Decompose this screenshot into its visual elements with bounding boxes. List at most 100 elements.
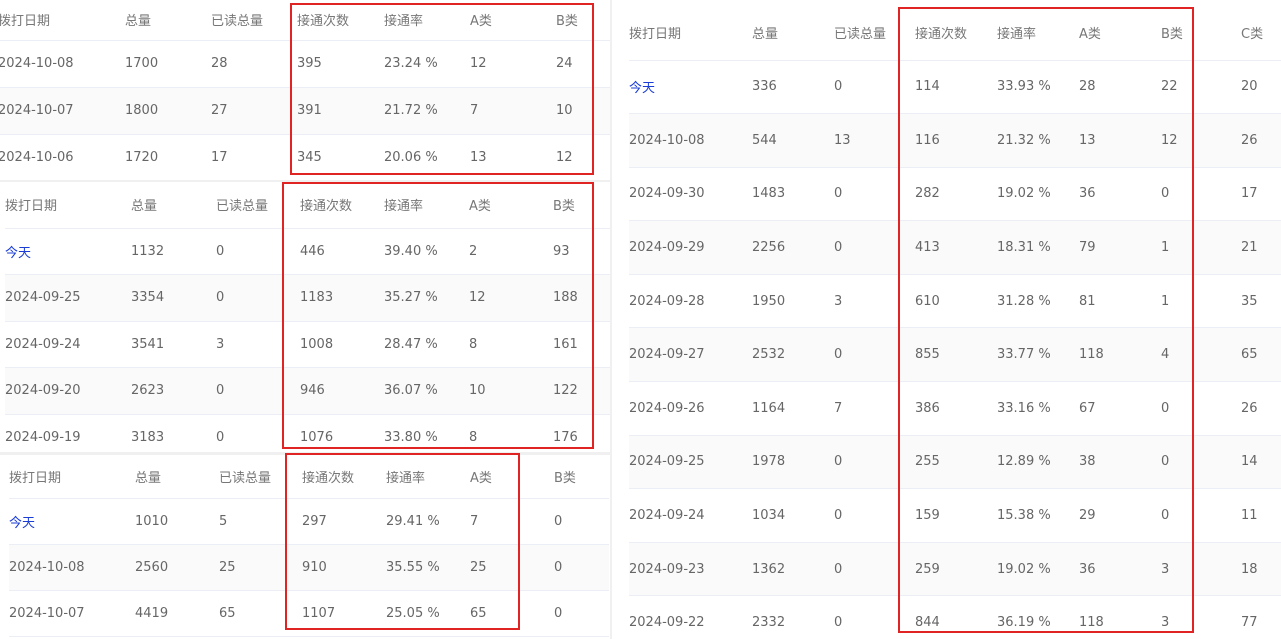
col-header-class-a[interactable]: A类 (1079, 6, 1161, 61)
table-row[interactable]: 2024-10-06 1720 17 345 20.06 % 13 12 (0, 134, 610, 180)
connect-rate-cell: 36.07 % (384, 367, 469, 415)
connect-count-cell: 116 (915, 113, 997, 168)
connect-rate-cell: 18.31 % (997, 220, 1079, 275)
date-cell: 2024-09-28 (629, 274, 752, 329)
col-header-read-total[interactable]: 已读总量 (216, 182, 300, 229)
table-row[interactable]: 2024-10-08 1700 28 395 23.24 % 12 24 (0, 40, 610, 88)
connect-rate-cell: 23.24 % (384, 40, 470, 88)
total-cell: 4419 (135, 590, 219, 637)
col-header-total[interactable]: 总量 (125, 0, 211, 41)
class-a-cell: 65 (470, 590, 554, 637)
class-b-cell: 3 (1161, 595, 1241, 639)
col-header-connect-count[interactable]: 接通次数 (300, 182, 384, 229)
table-row[interactable]: 2024-10-08 544 13 116 21.32 % 13 12 26 (629, 113, 1281, 168)
table-row[interactable]: 2024-10-07 1800 27 391 21.72 % 7 10 (0, 87, 610, 135)
col-header-class-a[interactable]: A类 (470, 0, 556, 41)
read-total-cell: 0 (834, 220, 915, 275)
class-a-cell: 8 (469, 321, 553, 368)
connect-rate-cell: 19.02 % (997, 542, 1079, 597)
col-header-read-total[interactable]: 已读总量 (211, 0, 297, 41)
table-row[interactable]: 2024-09-22 2332 0 844 36.19 % 118 3 77 (629, 595, 1281, 639)
total-cell: 544 (752, 113, 834, 168)
col-header-class-a[interactable]: A类 (470, 455, 554, 499)
table-row[interactable]: 今天 1010 5 297 29.41 % 7 0 (9, 498, 609, 545)
date-cell: 2024-10-07 (0, 87, 125, 135)
connect-count-cell: 413 (915, 220, 997, 275)
table-row[interactable]: 2024-09-26 1164 7 386 33.16 % 67 0 26 (629, 381, 1281, 436)
table-row[interactable]: 2024-09-19 3183 0 1076 33.80 % 8 176 (5, 414, 610, 452)
col-header-date[interactable]: 拨打日期 (0, 0, 125, 41)
col-header-read-total[interactable]: 已读总量 (219, 455, 302, 499)
connect-count-cell: 114 (915, 60, 997, 115)
connect-count-cell: 395 (297, 40, 384, 88)
table-row[interactable]: 2024-09-23 1362 0 259 19.02 % 36 3 18 (629, 542, 1281, 597)
table-row[interactable]: 2024-09-28 1950 3 610 31.28 % 81 1 35 (629, 274, 1281, 329)
date-cell: 2024-09-24 (5, 321, 131, 368)
class-a-cell: 7 (470, 87, 556, 135)
col-header-class-c[interactable]: C类 (1241, 6, 1281, 61)
class-b-cell: 12 (1161, 113, 1241, 168)
date-cell: 今天 (5, 228, 131, 275)
report-table-panel-2: 拨打日期 总量 已读总量 接通次数 接通率 A类 B类 今天 1132 0 446 39… (0, 182, 610, 452)
table-row[interactable]: 2024-09-27 2532 0 855 33.77 % 118 4 65 (629, 327, 1281, 383)
connect-rate-cell: 36.19 % (997, 595, 1079, 639)
table-row[interactable]: 2024-09-24 3541 3 1008 28.47 % 8 161 (5, 321, 610, 368)
col-header-connect-count[interactable]: 接通次数 (302, 455, 386, 499)
connect-rate-cell: 33.93 % (997, 60, 1079, 115)
table-row[interactable]: 2024-10-08 2560 25 910 35.55 % 25 0 (9, 544, 609, 591)
connect-rate-cell: 21.72 % (384, 87, 470, 135)
class-a-cell: 10 (469, 367, 553, 415)
connect-rate-cell: 35.27 % (384, 274, 469, 322)
col-header-connect-count[interactable]: 接通次数 (915, 6, 997, 61)
table-row[interactable]: 2024-09-29 2256 0 413 18.31 % 79 1 21 (629, 220, 1281, 275)
col-header-total[interactable]: 总量 (752, 6, 834, 61)
col-header-date[interactable]: 拨打日期 (629, 6, 752, 61)
date-cell: 2024-09-25 (5, 274, 131, 322)
read-total-cell: 0 (834, 327, 915, 383)
col-header-total[interactable]: 总量 (135, 455, 219, 499)
date-cell: 2024-09-19 (5, 414, 131, 452)
col-header-connect-rate[interactable]: 接通率 (997, 6, 1079, 61)
col-header-class-b[interactable]: B类 (553, 182, 610, 229)
date-cell: 今天 (629, 60, 752, 115)
col-header-class-b[interactable]: B类 (554, 455, 609, 499)
table-row[interactable]: 2024-09-25 3354 0 1183 35.27 % 12 188 (5, 274, 610, 322)
total-cell: 1034 (752, 488, 834, 543)
col-header-total[interactable]: 总量 (131, 182, 216, 229)
table-row[interactable]: 2024-09-25 1978 0 255 12.89 % 38 0 14 (629, 435, 1281, 490)
col-header-read-total[interactable]: 已读总量 (834, 6, 915, 61)
class-c-cell: 26 (1241, 381, 1281, 436)
table-row[interactable]: 2024-09-24 1034 0 159 15.38 % 29 0 11 (629, 488, 1281, 543)
col-header-class-b[interactable]: B类 (1161, 6, 1241, 61)
class-b-cell: 0 (1161, 435, 1241, 490)
class-b-cell: 1 (1161, 220, 1241, 275)
report-table-panel-4: 拨打日期 总量 已读总量 接通次数 接通率 A类 B类 C类 今天 336 0 114… (612, 6, 1281, 639)
class-b-cell: 93 (553, 228, 610, 275)
total-cell: 2332 (752, 595, 834, 639)
table-row[interactable]: 2024-09-30 1483 0 282 19.02 % 36 0 17 (629, 167, 1281, 222)
col-header-connect-count[interactable]: 接通次数 (297, 0, 384, 41)
total-cell: 336 (752, 60, 834, 115)
col-header-connect-rate[interactable]: 接通率 (386, 455, 470, 499)
col-header-connect-rate[interactable]: 接通率 (384, 0, 470, 41)
col-header-date[interactable]: 拨打日期 (5, 182, 131, 229)
class-a-cell: 12 (469, 274, 553, 322)
date-cell: 2024-09-22 (629, 595, 752, 639)
col-header-date[interactable]: 拨打日期 (9, 455, 135, 499)
table-row[interactable]: 今天 336 0 114 33.93 % 28 22 20 (629, 60, 1281, 115)
connect-rate-cell: 29.41 % (386, 498, 470, 545)
connect-rate-cell: 39.40 % (384, 228, 469, 275)
date-cell: 2024-09-24 (629, 488, 752, 543)
table-row[interactable]: 2024-09-20 2623 0 946 36.07 % 10 122 (5, 367, 610, 415)
total-cell: 1010 (135, 498, 219, 545)
table-row[interactable]: 今天 1132 0 446 39.40 % 2 93 (5, 228, 610, 275)
col-header-connect-rate[interactable]: 接通率 (384, 182, 469, 229)
report-table-panel-1: 拨打日期 总量 已读总量 接通次数 接通率 A类 B类 2024-10-08 17… (0, 0, 610, 180)
col-header-class-a[interactable]: A类 (469, 182, 553, 229)
col-header-class-b[interactable]: B类 (556, 0, 610, 41)
total-cell: 2560 (135, 544, 219, 591)
read-total-cell: 0 (834, 167, 915, 222)
connect-count-cell: 946 (300, 367, 384, 415)
total-cell: 1800 (125, 87, 211, 135)
table-row[interactable]: 2024-10-07 4419 65 1107 25.05 % 65 0 (9, 590, 609, 637)
